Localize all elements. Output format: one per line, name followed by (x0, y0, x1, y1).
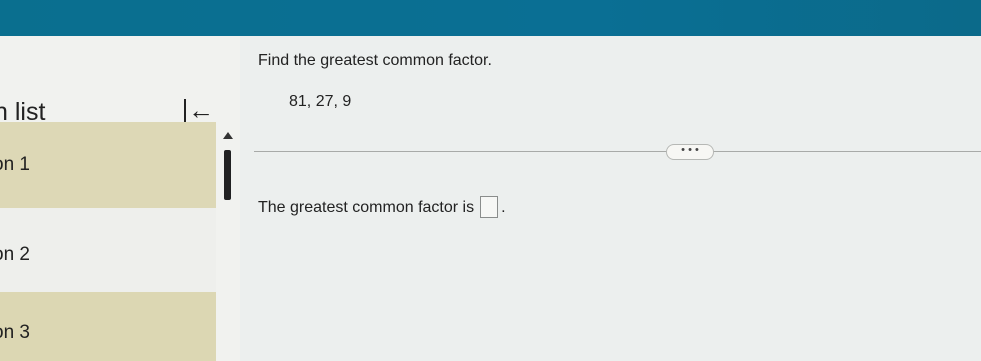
answer-prefix: The greatest common factor is (258, 199, 475, 216)
question-panel: Find the greatest common factor. 81, 27,… (240, 36, 981, 361)
collapse-left-icon (184, 99, 186, 123)
question-item-2[interactable]: on 2 (0, 208, 216, 292)
answer-suffix: . (501, 199, 506, 216)
sidebar-scrollbar[interactable] (221, 130, 233, 210)
question-item-label: on 1 (0, 154, 30, 175)
more-options-button[interactable]: • • • (666, 144, 714, 160)
divider (254, 151, 981, 152)
question-item-3[interactable]: on 3 (0, 292, 216, 361)
question-prompt: Find the greatest common factor. (258, 52, 492, 69)
answer-line: The greatest common factor is. (258, 196, 506, 218)
scroll-up-icon[interactable] (223, 132, 233, 139)
top-header-bar (0, 0, 981, 36)
scroll-thumb[interactable] (224, 150, 231, 200)
question-item-1[interactable]: on 1 (0, 122, 216, 208)
question-item-label: on 3 (0, 322, 30, 343)
answer-input[interactable] (480, 196, 499, 218)
question-numbers: 81, 27, 9 (289, 93, 352, 110)
question-item-label: on 2 (0, 244, 30, 265)
